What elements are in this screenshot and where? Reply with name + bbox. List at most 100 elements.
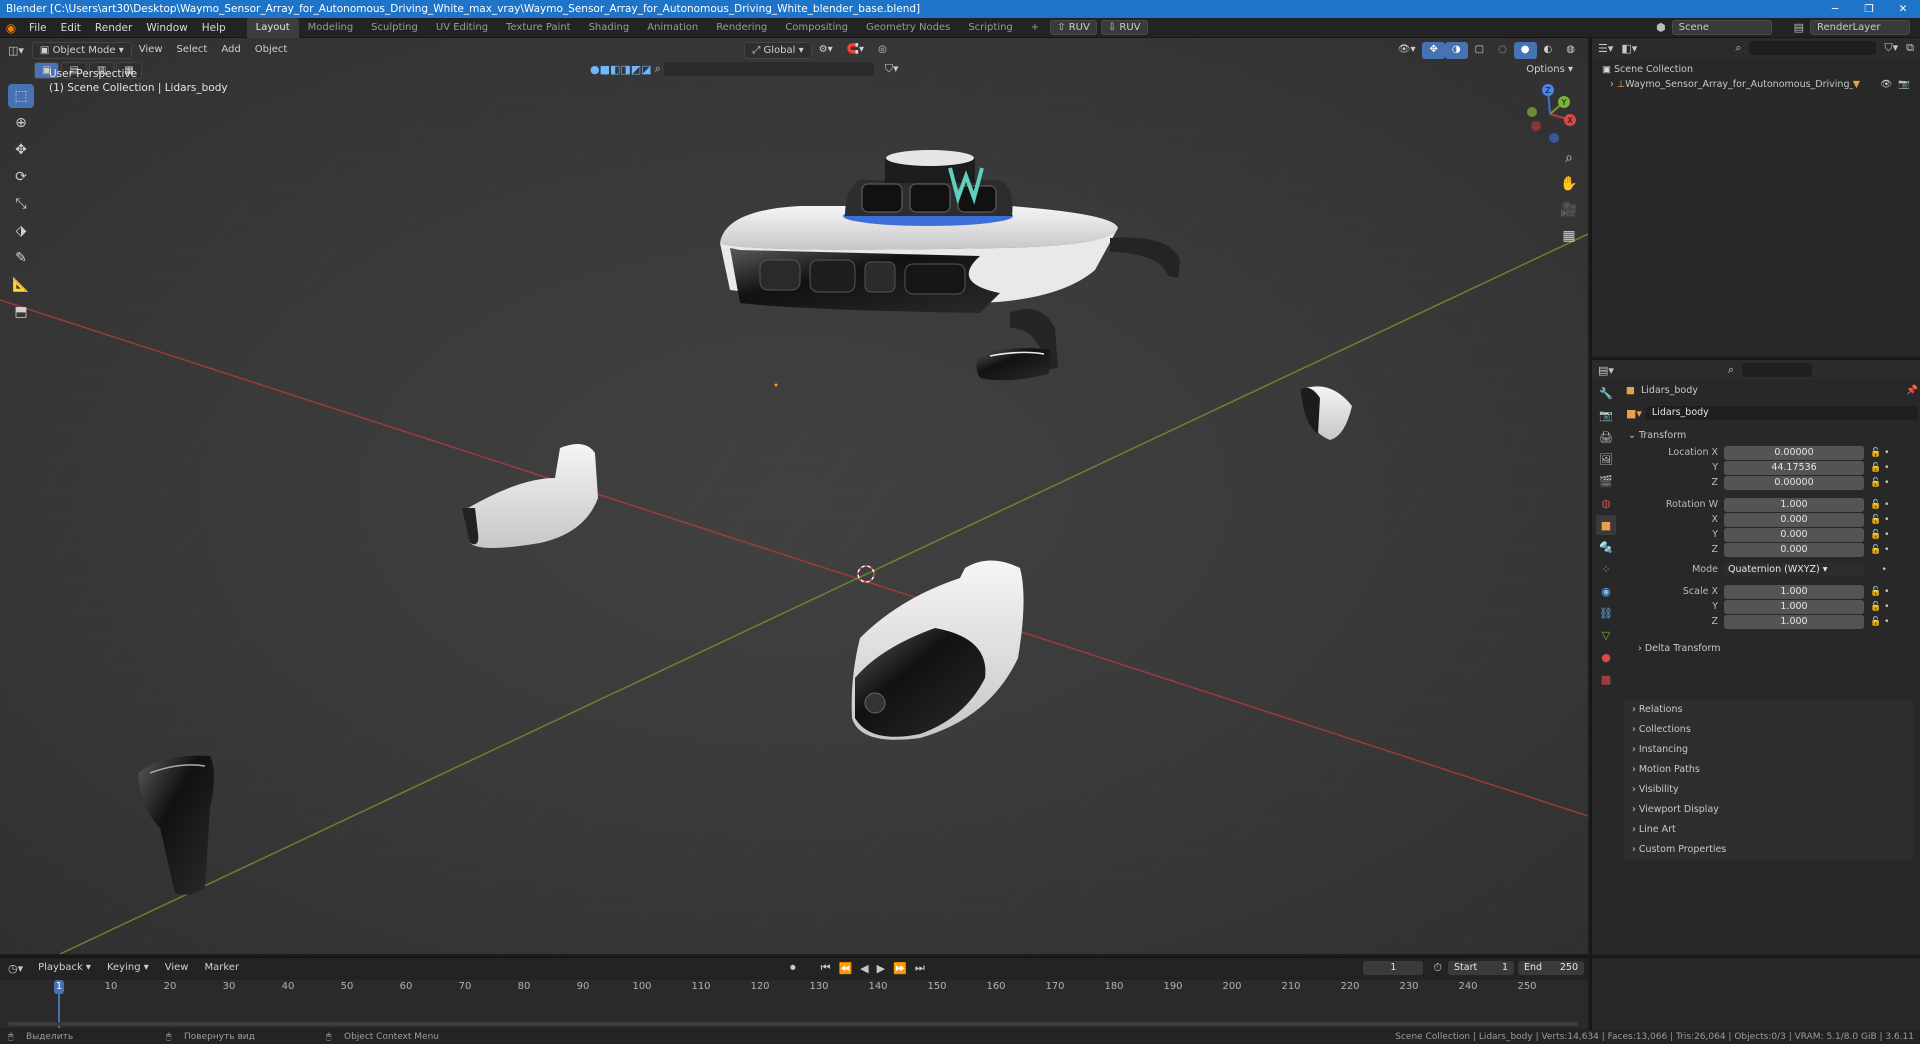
display-mode-icon[interactable]: ◧▾ <box>1621 42 1637 55</box>
viewport-menu-select[interactable]: Select <box>170 42 215 59</box>
menu-render[interactable]: Render <box>88 18 139 38</box>
start-frame-field[interactable]: Start 1 <box>1448 961 1514 975</box>
scene-selector[interactable]: Scene <box>1671 20 1772 35</box>
lock-icon[interactable]: 🔓 • <box>1870 500 1910 510</box>
current-frame-field[interactable]: 1 <box>1363 961 1424 975</box>
select-box-tool-icon[interactable]: ⬚ <box>8 84 34 108</box>
jump-end-icon[interactable]: ⏭ <box>915 961 925 975</box>
tab-sculpting[interactable]: Sculpting <box>362 18 427 38</box>
new-collection-icon[interactable]: ⧉ <box>1906 41 1914 55</box>
datablock-name-field[interactable]: Lidars_body <box>1645 406 1918 420</box>
timeline-view-menu[interactable]: View <box>158 960 196 977</box>
outliner-item[interactable]: › ⊥ Waymo_Sensor_Array_for_Autonomous_Dr… <box>1602 77 1910 92</box>
maximize-icon[interactable]: ❐ <box>1852 0 1886 18</box>
render-layer-selector[interactable]: RenderLayer <box>1810 20 1910 35</box>
gizmo-toggle-icon[interactable]: ✥ <box>1422 41 1445 59</box>
scene-tab-icon[interactable]: 🎬 <box>1596 471 1616 491</box>
jump-keyframe-back-icon[interactable]: ⏪ <box>838 962 852 975</box>
lock-icon[interactable]: 🔓 • <box>1870 515 1910 525</box>
play-reverse-icon[interactable]: ◀ <box>860 962 868 975</box>
datablock-icon[interactable]: ■▾ <box>1626 407 1642 420</box>
tab-uv-editing[interactable]: UV Editing <box>427 18 497 38</box>
pin-icon[interactable]: 📌 <box>1906 382 1918 400</box>
material-tab-icon[interactable]: ● <box>1596 647 1616 667</box>
viewport-search-icon[interactable]: ⌕ <box>655 62 661 76</box>
location-x-field[interactable]: 0.00000 <box>1724 446 1864 460</box>
modifier-tab-icon[interactable]: 🔩 <box>1596 537 1616 557</box>
particles-tab-icon[interactable]: ⁘ <box>1596 559 1616 579</box>
viewport-search-input[interactable] <box>663 62 874 76</box>
outliner-search-input[interactable] <box>1749 41 1877 55</box>
timeline-track[interactable]: 1 10 20 30 40 50 60 70 80 90 100 110 120 130 140 150 160… <box>0 980 1588 1028</box>
rotation-y-field[interactable]: 0.000 <box>1724 528 1864 542</box>
tab-compositing[interactable]: Compositing <box>776 18 857 38</box>
jump-keyframe-forward-icon[interactable]: ⏩ <box>893 962 907 975</box>
minimize-icon[interactable]: ─ <box>1818 0 1852 18</box>
rotation-x-field[interactable]: 0.000 <box>1724 513 1864 527</box>
render-camera-icon[interactable]: 📷 <box>1898 77 1910 92</box>
shading-wireframe-icon[interactable]: ◌ <box>1491 42 1514 59</box>
scale-tool-icon[interactable]: ⤡ <box>8 192 34 216</box>
custom-properties-panel[interactable]: › Custom Properties <box>1624 840 1914 860</box>
filter-icon[interactable]: ⛉▾ <box>885 62 899 76</box>
options-dropdown[interactable]: Options ▾ <box>1519 62 1580 79</box>
timeline-editor-icon[interactable]: ◷▾ <box>8 962 23 975</box>
tab-texture-paint[interactable]: Texture Paint <box>497 18 580 38</box>
location-y-field[interactable]: 44.17536 <box>1724 461 1864 475</box>
lock-icon[interactable]: 🔓 • <box>1870 463 1910 473</box>
texture-tab-icon[interactable]: ▩ <box>1596 669 1616 689</box>
measure-tool-icon[interactable]: 📐 <box>8 273 34 297</box>
annotate-tool-icon[interactable]: ✎ <box>8 246 34 270</box>
camera-view-icon[interactable]: 🎥 <box>1558 200 1580 220</box>
menu-file[interactable]: File <box>22 18 54 38</box>
filter-object-types-icon[interactable]: ●■◧◨◩◪ <box>590 63 652 76</box>
shading-rendered-icon[interactable]: ◍ <box>1559 42 1582 59</box>
ortho-grid-icon[interactable]: ▦ <box>1558 226 1580 246</box>
view-layer-tab-icon[interactable]: 🖼 <box>1596 449 1616 469</box>
lock-icon[interactable]: 🔓 • <box>1870 530 1910 540</box>
collections-panel[interactable]: › Collections <box>1624 720 1914 740</box>
scale-x-field[interactable]: 1.000 <box>1724 585 1864 599</box>
lock-icon[interactable]: 🔓 • <box>1870 478 1910 488</box>
viewport-display-panel[interactable]: › Viewport Display <box>1624 800 1914 820</box>
ruv-button-2[interactable]: ⇩ RUV <box>1100 20 1148 35</box>
overlay-toggle-icon[interactable]: ◑ <box>1444 41 1468 59</box>
lock-icon[interactable]: 🔓 • <box>1870 587 1910 597</box>
location-z-field[interactable]: 0.00000 <box>1724 476 1864 490</box>
record-icon[interactable]: ⏺ <box>790 961 796 975</box>
add-workspace-icon[interactable]: + <box>1022 18 1048 38</box>
lock-icon[interactable]: 🔓 • <box>1870 545 1910 555</box>
lock-icon[interactable]: 🔓 • <box>1870 617 1910 627</box>
tab-rendering[interactable]: Rendering <box>707 18 776 38</box>
timeline-scrollbar[interactable] <box>8 1022 1578 1026</box>
menu-window[interactable]: Window <box>139 18 194 38</box>
constraints-tab-icon[interactable]: ⛓ <box>1596 603 1616 623</box>
end-frame-field[interactable]: End 250 <box>1518 961 1584 975</box>
scale-y-field[interactable]: 1.000 <box>1724 600 1864 614</box>
object-mode-dropdown[interactable]: ▣ Object Mode ▾ <box>31 41 132 59</box>
relations-panel[interactable]: › Relations <box>1624 700 1914 720</box>
jump-start-icon[interactable]: ⏮ <box>821 961 831 975</box>
tab-layout[interactable]: Layout <box>246 17 299 38</box>
pivot-icon[interactable]: ⚙▾ <box>812 42 840 59</box>
navigation-gizmo[interactable]: X Y Z <box>1518 82 1582 146</box>
data-tab-icon[interactable]: ▽ <box>1596 625 1616 645</box>
properties-editor-icon[interactable]: ▤▾ <box>1598 364 1614 377</box>
marker-menu[interactable]: Marker <box>197 960 246 977</box>
editor-type-icon[interactable]: ◫▾ <box>8 44 24 57</box>
object-tab-icon[interactable]: ■ <box>1596 515 1616 535</box>
rotation-w-field[interactable]: 1.000 <box>1724 498 1864 512</box>
close-icon[interactable]: ✕ <box>1886 0 1920 18</box>
menu-help[interactable]: Help <box>195 18 233 38</box>
world-tab-icon[interactable]: ◍ <box>1596 493 1616 513</box>
menu-edit[interactable]: Edit <box>54 18 88 38</box>
tab-animation[interactable]: Animation <box>638 18 707 38</box>
motion-paths-panel[interactable]: › Motion Paths <box>1624 760 1914 780</box>
output-tab-icon[interactable]: 🖨 <box>1596 427 1616 447</box>
rotation-mode-dropdown[interactable]: Quaternion (WXYZ) ▾ <box>1724 563 1864 577</box>
instancing-panel[interactable]: › Instancing <box>1624 740 1914 760</box>
transform-tool-icon[interactable]: ⬗ <box>8 219 34 243</box>
shading-material-icon[interactable]: ◐ <box>1537 42 1560 59</box>
keying-menu[interactable]: Keying ▾ <box>100 960 156 977</box>
blender-logo-icon[interactable]: ◉ <box>0 21 22 35</box>
